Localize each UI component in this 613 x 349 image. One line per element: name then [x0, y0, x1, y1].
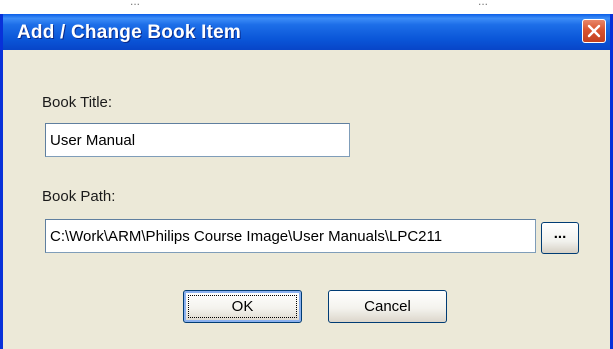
dialog-title: Add / Change Book Item	[17, 22, 241, 43]
book-title-input[interactable]: User Manual	[45, 123, 350, 157]
book-path-label: Book Path:	[42, 188, 116, 205]
background-window-text-right: ...	[478, 0, 489, 8]
background-window-text-left: ...	[130, 0, 141, 8]
book-path-input[interactable]: C:\Work\ARM\Philips Course Image\User Ma…	[45, 219, 536, 253]
background-window-strip: ... ...	[0, 0, 613, 14]
ok-button[interactable]: OK	[183, 290, 302, 323]
book-title-label: Book Title:	[42, 94, 113, 111]
cancel-button[interactable]: Cancel	[328, 290, 447, 323]
browse-button[interactable]: ...	[541, 222, 579, 254]
dialog-titlebar[interactable]: Add / Change Book Item	[3, 14, 610, 50]
ok-button-label: OK	[231, 298, 254, 315]
close-button[interactable]	[582, 19, 606, 43]
cancel-button-label: Cancel	[364, 298, 411, 315]
add-change-book-dialog: Add / Change Book Item Book Title: User …	[0, 14, 613, 349]
close-icon	[587, 24, 601, 38]
